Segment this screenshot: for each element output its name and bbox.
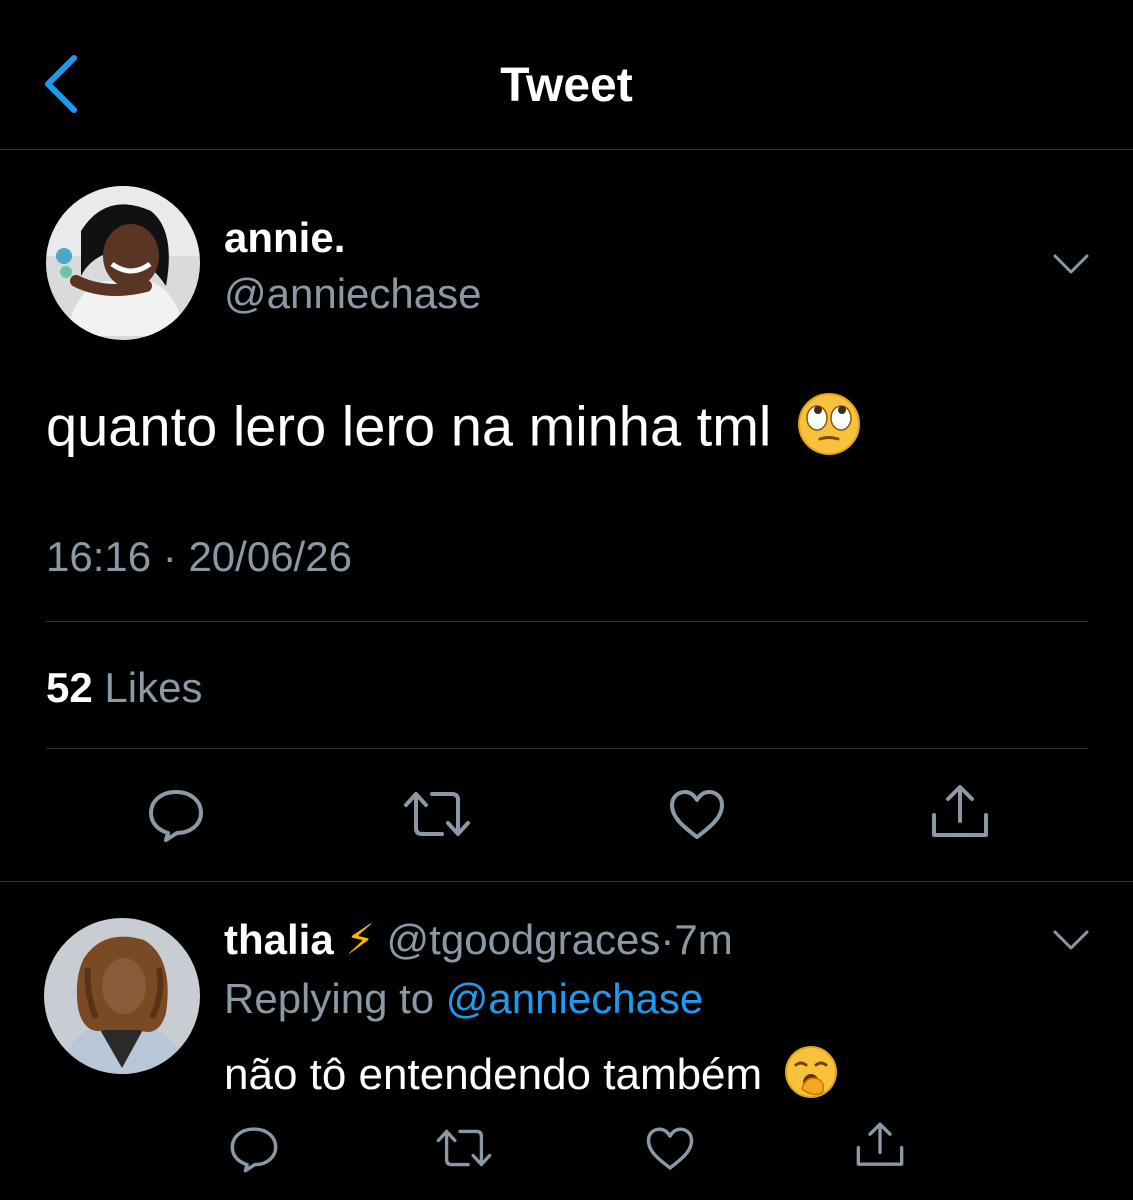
author-avatar[interactable] xyxy=(46,186,200,340)
likes-count-link[interactable]: 52 Likes xyxy=(46,664,202,712)
author-name[interactable]: annie. xyxy=(224,214,345,262)
reply-options-button[interactable] xyxy=(1051,926,1091,954)
share-icon xyxy=(856,1122,904,1166)
heart-icon xyxy=(670,790,724,839)
reply-like-button[interactable] xyxy=(645,1126,695,1172)
divider xyxy=(46,621,1088,622)
tweet-options-button[interactable] xyxy=(1051,250,1091,278)
retweet-icon xyxy=(436,1129,492,1167)
yawning-face-emoji xyxy=(784,1045,838,1110)
reply-share-button[interactable] xyxy=(855,1120,905,1170)
chevron-down-icon xyxy=(1053,254,1089,274)
reply-button[interactable] xyxy=(146,787,206,843)
likes-label: Likes xyxy=(104,664,203,711)
rolling-eyes-emoji xyxy=(797,392,861,469)
reply-time: 7m xyxy=(674,916,733,963)
top-navigation-bar: Tweet xyxy=(0,0,1133,150)
retweet-icon xyxy=(404,792,470,836)
divider xyxy=(46,748,1088,749)
reply-icon xyxy=(230,1127,278,1173)
reply-retweet-button[interactable] xyxy=(435,1126,493,1170)
author-handle[interactable]: @anniechase xyxy=(224,270,481,318)
tweet-text-content: quanto lero lero na minha tml xyxy=(46,394,772,458)
likes-count: 52 xyxy=(46,664,93,711)
reply-text-content: não tô entendendo também xyxy=(224,1050,763,1100)
reply-author-name[interactable]: thalia xyxy=(224,916,334,963)
lightning-badge: ⚡ xyxy=(345,916,375,963)
divider xyxy=(0,881,1133,882)
reply-icon xyxy=(149,790,203,842)
reply-author-avatar[interactable] xyxy=(44,918,200,1074)
tweet-date: 20/06/26 xyxy=(188,533,352,580)
reply-reply-button[interactable] xyxy=(228,1124,280,1174)
page-title: Tweet xyxy=(500,59,633,112)
heart-icon xyxy=(646,1127,694,1170)
meta-separator: · xyxy=(162,533,177,580)
reply-separator: · xyxy=(660,916,675,963)
share-icon xyxy=(932,785,988,837)
reply-text: não tô entendendo também xyxy=(224,1045,838,1110)
share-button[interactable] xyxy=(930,783,990,841)
tweet-text: quanto lero lero na minha tml xyxy=(46,392,861,469)
tweet-timestamp: 16:16 · 20/06/26 xyxy=(46,533,352,581)
retweet-button[interactable] xyxy=(402,788,472,840)
reply-header: thalia ⚡ @tgoodgraces·7m xyxy=(224,915,733,964)
replying-to: Replying to @anniechase xyxy=(224,975,703,1023)
like-button[interactable] xyxy=(668,789,726,841)
tweet-time: 16:16 xyxy=(46,533,152,580)
reply-author-handle[interactable]: @tgoodgraces xyxy=(387,916,661,963)
chevron-down-icon xyxy=(1053,930,1089,950)
replying-to-label: Replying to xyxy=(224,975,435,1022)
replying-to-mention[interactable]: @anniechase xyxy=(446,975,703,1022)
